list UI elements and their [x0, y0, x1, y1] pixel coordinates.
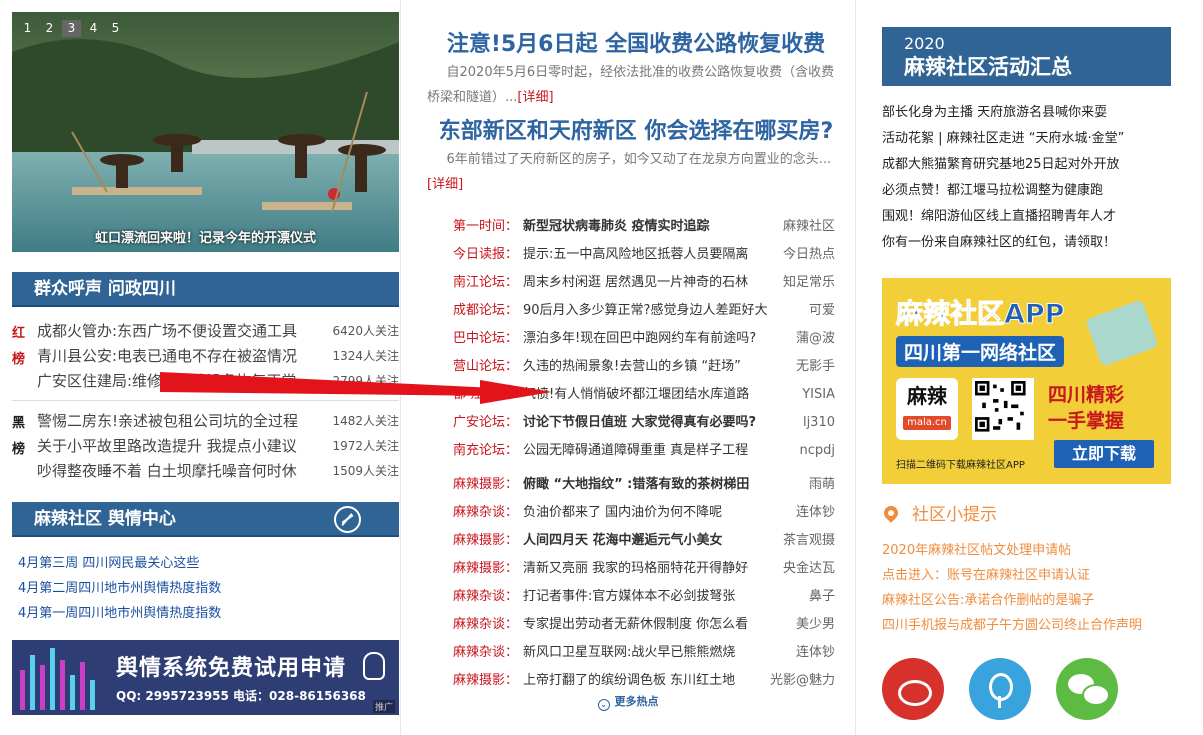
yuqing-ad-banner[interactable]: 舆情系统免费试用申请 QQ: 2995723955 电话：028-8615636…: [12, 640, 399, 715]
activity-header[interactable]: 2020 麻辣社区活动汇总: [882, 27, 1171, 86]
chevron-down-icon: ⌄: [597, 699, 610, 711]
middle-column: 注意!5月6日起 全国收费公路恢复收费 自2020年5月6日零时起，经依法批准的…: [400, 0, 856, 735]
app-caption: 扫描二维码下载麻辣社区APP: [896, 460, 1025, 471]
headline-summary: 自2020年5月6日零时起，经依法批准的收费公路恢复收费（含收费桥梁和隧道）..…: [427, 65, 835, 105]
bar-graphic-icon: [20, 648, 95, 710]
news-row[interactable]: 麻辣摄影： 人间四月天 花海中邂逅元气小美女 茶言观摄: [453, 527, 835, 555]
list-item[interactable]: 麻辣社区公告:承诺合作删帖的是骗子: [882, 588, 1171, 613]
news-row[interactable]: 南江论坛： 周末乡村闲逛 居然遇见一片神奇的石林 知足常乐: [453, 269, 835, 297]
list-item[interactable]: 广安区住建局:维修...消防设备恢复正常 2799人关注: [37, 369, 399, 394]
right-column: 2020 麻辣社区活动汇总 部长化身为主播 天府旅游名县喊你来耍 活动花絮 | …: [881, 27, 1171, 720]
list-item[interactable]: 4月第一周四川地市州舆情热度指数: [18, 601, 399, 626]
news-row[interactable]: 广安论坛： 讨论下节假日值班 大家觉得真有必要吗? lj310: [453, 409, 835, 437]
red-list-tag: 红榜: [12, 326, 26, 367]
list-item[interactable]: 2020年麻辣社区帖文处理申请帖: [882, 538, 1171, 563]
more-hot-link[interactable]: ⌄ 更多热点: [401, 693, 855, 711]
list-item[interactable]: 活动花絮 | 麻辣社区走进 “天府水城·金堂”: [882, 126, 1171, 152]
slider-photo: [12, 12, 399, 252]
news-row[interactable]: 巴中论坛： 漂泊多年!现在回巴中跑网约车有前途吗? 蒲@波: [453, 325, 835, 353]
list-item[interactable]: 成都大熊猫繁育研究基地25日起对外开放: [882, 152, 1171, 178]
activity-list: 部长化身为主播 天府旅游名县喊你来耍 活动花絮 | 麻辣社区走进 “天府水城·金…: [882, 100, 1171, 256]
app-slogan-1: 四川精彩: [1048, 384, 1125, 406]
app-title: 麻辣社区APP: [895, 299, 1065, 331]
headline-summary: 6年前错过了天府新区的房子，如今又动了在龙泉方向置业的念头...[详细]: [427, 152, 832, 192]
list-item[interactable]: 点击进入：账号在麻辣社区申请认证: [882, 563, 1171, 588]
app-download-banner[interactable]: 麻辣社区APP 四川第一网络社区 麻辣 mala.cn 四川精彩 一手掌握 立即…: [882, 278, 1171, 484]
list-item[interactable]: 4月第二周四川地市州舆情热度指数: [18, 576, 399, 601]
qr-code-icon: [972, 378, 1034, 440]
news-row[interactable]: 麻辣杂谈： 打记者事件:官方媒体本不必剑拔弩张 鼻子: [453, 583, 835, 611]
banner-contact: QQ: 2995723955 电话：028-86156368: [116, 689, 366, 703]
headline: 东部新区和天府新区 你会选择在哪买房? 6年前错过了天府新区的房子，如今又动了在…: [427, 117, 845, 197]
yuqing-header[interactable]: 麻辣社区 舆情中心: [12, 502, 399, 537]
list-item[interactable]: 围观！绵阳游仙区线上直播招聘青年人才: [882, 204, 1171, 230]
list-item[interactable]: 吵得整夜睡不着 白土坝摩托噪音何时休 1509人关注: [37, 459, 399, 484]
slider-caption[interactable]: 虹口漂流回来啦！记录今年的开漂仪式: [12, 227, 399, 246]
headline-title[interactable]: 注意!5月6日起 全国收费公路恢复收费: [427, 30, 845, 60]
app-slogan-2: 一手掌握: [1048, 410, 1125, 432]
qunzhong-header[interactable]: 群众呼声 问政四川: [12, 272, 399, 307]
download-button[interactable]: 立即下载: [1054, 440, 1154, 468]
list-item[interactable]: 你有一份来自麻辣社区的红包，请领取！: [882, 230, 1171, 256]
globe-icon: [334, 506, 361, 533]
news-row[interactable]: 成都论坛： 90后月入多少算正常?感觉身边人差距好大 可爱: [453, 297, 835, 325]
news-row[interactable]: 今日读报： 提示:五一中高风险地区抵蓉人员要隔离 今日热点: [453, 241, 835, 269]
activity-title: 麻辣社区活动汇总: [904, 55, 1072, 79]
hand-pointer-icon: [363, 652, 385, 680]
list-item[interactable]: 4月第三周 四川网民最关心这些: [18, 551, 399, 576]
black-list-tag: 黑榜: [12, 416, 26, 457]
list-item[interactable]: 关于小平故里路改造提升 我提点小建议 1972人关注: [37, 434, 399, 459]
app-logo: 麻辣 mala.cn: [896, 378, 958, 440]
tips-list: 2020年麻辣社区帖文处理申请帖 点击进入：账号在麻辣社区申请认证 麻辣社区公告…: [882, 538, 1171, 638]
slider-dot-2[interactable]: 2: [40, 20, 59, 37]
left-column: 1 2 3 4 5 虹口漂流回来啦！记录今年的开漂仪式 群众呼声 问政四川 红榜…: [12, 12, 399, 715]
slider-dot-1[interactable]: 1: [18, 20, 37, 37]
headline: 注意!5月6日起 全国收费公路恢复收费 自2020年5月6日零时起，经依法批准的…: [427, 30, 845, 110]
detail-link[interactable]: [详细]: [427, 177, 463, 192]
news-row[interactable]: 第一时间： 新型冠状病毒肺炎 疫情实时追踪 麻辣社区: [453, 213, 835, 241]
news-row[interactable]: 南充论坛： 公园无障碍通道障碍重重 真是样子工程 ncpdj: [453, 437, 835, 465]
news-row[interactable]: 都 江 堰： 气愤!有人悄悄破坏都江堰团结水库道路 YISIA: [453, 381, 835, 409]
list-item[interactable]: 部长化身为主播 天府旅游名县喊你来耍: [882, 100, 1171, 126]
ad-label: 推广: [372, 700, 395, 713]
news-row[interactable]: 麻辣摄影： 俯瞰 “大地指纹” :错落有致的茶树梯田 雨萌: [453, 471, 835, 499]
yuqing-header-title: 麻辣社区 舆情中心: [34, 509, 176, 529]
news-row[interactable]: 营山论坛： 久违的热闹景象!去营山的乡镇 “赶场” 无影手: [453, 353, 835, 381]
list-item[interactable]: 必须点赞！都江堰马拉松调整为健康跑: [882, 178, 1171, 204]
news-row[interactable]: 麻辣摄影： 上帝打翻了的缤纷调色板 东川红土地 光影@魅力: [453, 667, 835, 695]
app-tagline: 四川第一网络社区: [896, 336, 1065, 367]
weibo-icon[interactable]: [882, 658, 944, 720]
list-item[interactable]: 成都火管办:东西广场不便设置交通工具 6420人关注: [37, 319, 399, 344]
slider-dot-3[interactable]: 3: [62, 20, 81, 37]
podcast-icon[interactable]: [969, 658, 1031, 720]
list-item[interactable]: 青川县公安:电表已通电不存在被盗情况 1324人关注: [37, 344, 399, 369]
list-item[interactable]: 警惕二房东!亲述被包租公司坑的全过程 1482人关注: [37, 409, 399, 434]
activity-year: 2020: [904, 34, 945, 53]
red-list: 红榜 成都火管办:东西广场不便设置交通工具 6420人关注 青川县公安:电表已通…: [12, 319, 399, 394]
gem-decoration: [1085, 299, 1159, 367]
detail-link[interactable]: [详细]: [517, 90, 553, 105]
wechat-icon[interactable]: [1056, 658, 1118, 720]
forum-news-list: 第一时间： 新型冠状病毒肺炎 疫情实时追踪 麻辣社区 今日读报： 提示:五一中高风险地…: [453, 213, 835, 695]
yuqing-list: 4月第三周 四川网民最关心这些 4月第二周四川地市州舆情热度指数 4月第一周四川…: [12, 551, 399, 626]
headline-title[interactable]: 东部新区和天府新区 你会选择在哪买房?: [427, 117, 845, 147]
tips-header: 社区小提示: [881, 502, 1171, 528]
slider-dot-4[interactable]: 4: [84, 20, 103, 37]
banner-title: 舆情系统免费试用申请: [116, 656, 347, 681]
slider-pager: 1 2 3 4 5: [18, 20, 125, 37]
social-links: [882, 658, 1171, 720]
location-pin-icon: [881, 503, 901, 523]
news-row[interactable]: 麻辣杂谈： 专家提出劳动者无薪休假制度 你怎么看 美少男: [453, 611, 835, 639]
list-item[interactable]: 四川手机报与成都子午方圆公司终止合作声明: [882, 613, 1171, 638]
divider: [12, 400, 399, 401]
black-list: 黑榜 警惕二房东!亲述被包租公司坑的全过程 1482人关注 关于小平故里路改造提…: [12, 409, 399, 484]
news-row[interactable]: 麻辣摄影： 清新又亮丽 我家的玛格丽特花开得静好 央金达瓦: [453, 555, 835, 583]
photo-slider[interactable]: 1 2 3 4 5 虹口漂流回来啦！记录今年的开漂仪式: [12, 12, 399, 252]
slider-dot-5[interactable]: 5: [106, 20, 125, 37]
news-row[interactable]: 麻辣杂谈： 负油价都来了 国内油价为何不降呢 连体钞: [453, 499, 835, 527]
news-row[interactable]: 麻辣杂谈： 新风口卫星互联网:战火早已熊熊燃烧 连体钞: [453, 639, 835, 667]
